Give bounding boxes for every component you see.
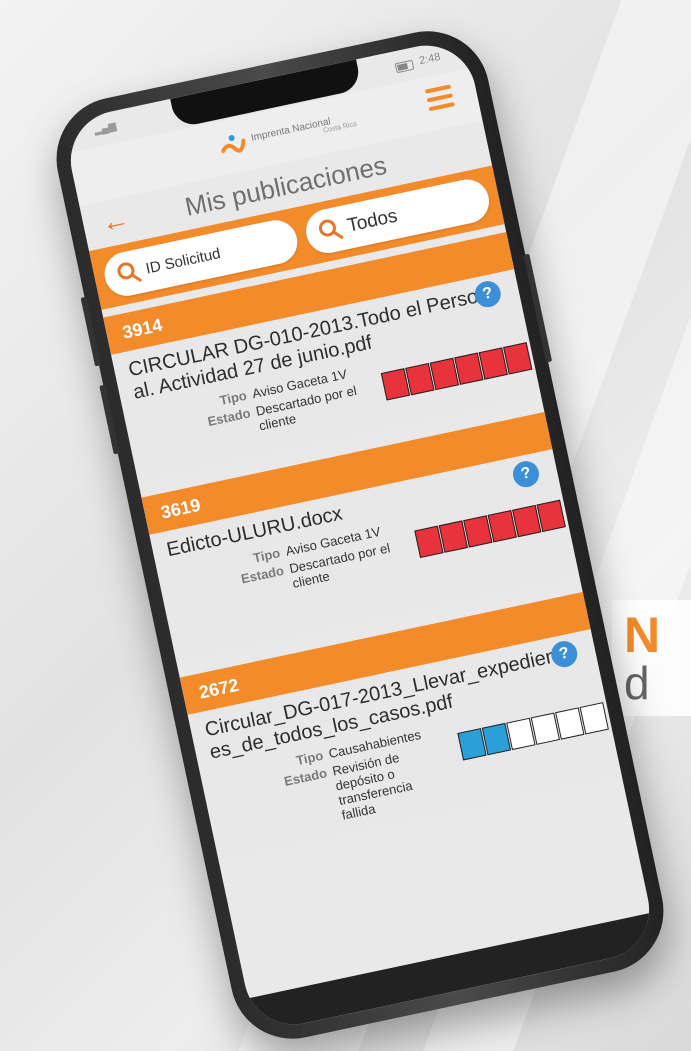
publication-id: 2672 [197, 674, 241, 703]
phone-side-button [99, 384, 120, 455]
tagline-panel: N d [612, 600, 691, 716]
search-icon [117, 262, 142, 282]
hamburger-icon [424, 84, 452, 94]
search-icon [318, 219, 344, 239]
phone-side-button [80, 296, 102, 367]
hamburger-icon [428, 101, 455, 112]
logo-name: Imprenta Nacional [250, 116, 332, 144]
progress-segment [503, 342, 533, 375]
progress-segment [536, 499, 566, 533]
publication-id: 3619 [158, 494, 203, 523]
logo-mark-icon [221, 135, 246, 154]
hamburger-icon [426, 93, 453, 103]
search-filter-label: Todos [345, 205, 400, 237]
publication-id: 3914 [120, 314, 165, 343]
search-id-label: ID Solicitud [144, 245, 223, 278]
progress-segment [579, 702, 609, 735]
tagline-line-2: d [624, 657, 650, 709]
status-time: 2:48 [418, 50, 442, 68]
battery-icon [394, 59, 415, 74]
hamburger-menu-button[interactable] [424, 84, 455, 112]
signal-icon: ▂▄▆ [93, 120, 118, 137]
